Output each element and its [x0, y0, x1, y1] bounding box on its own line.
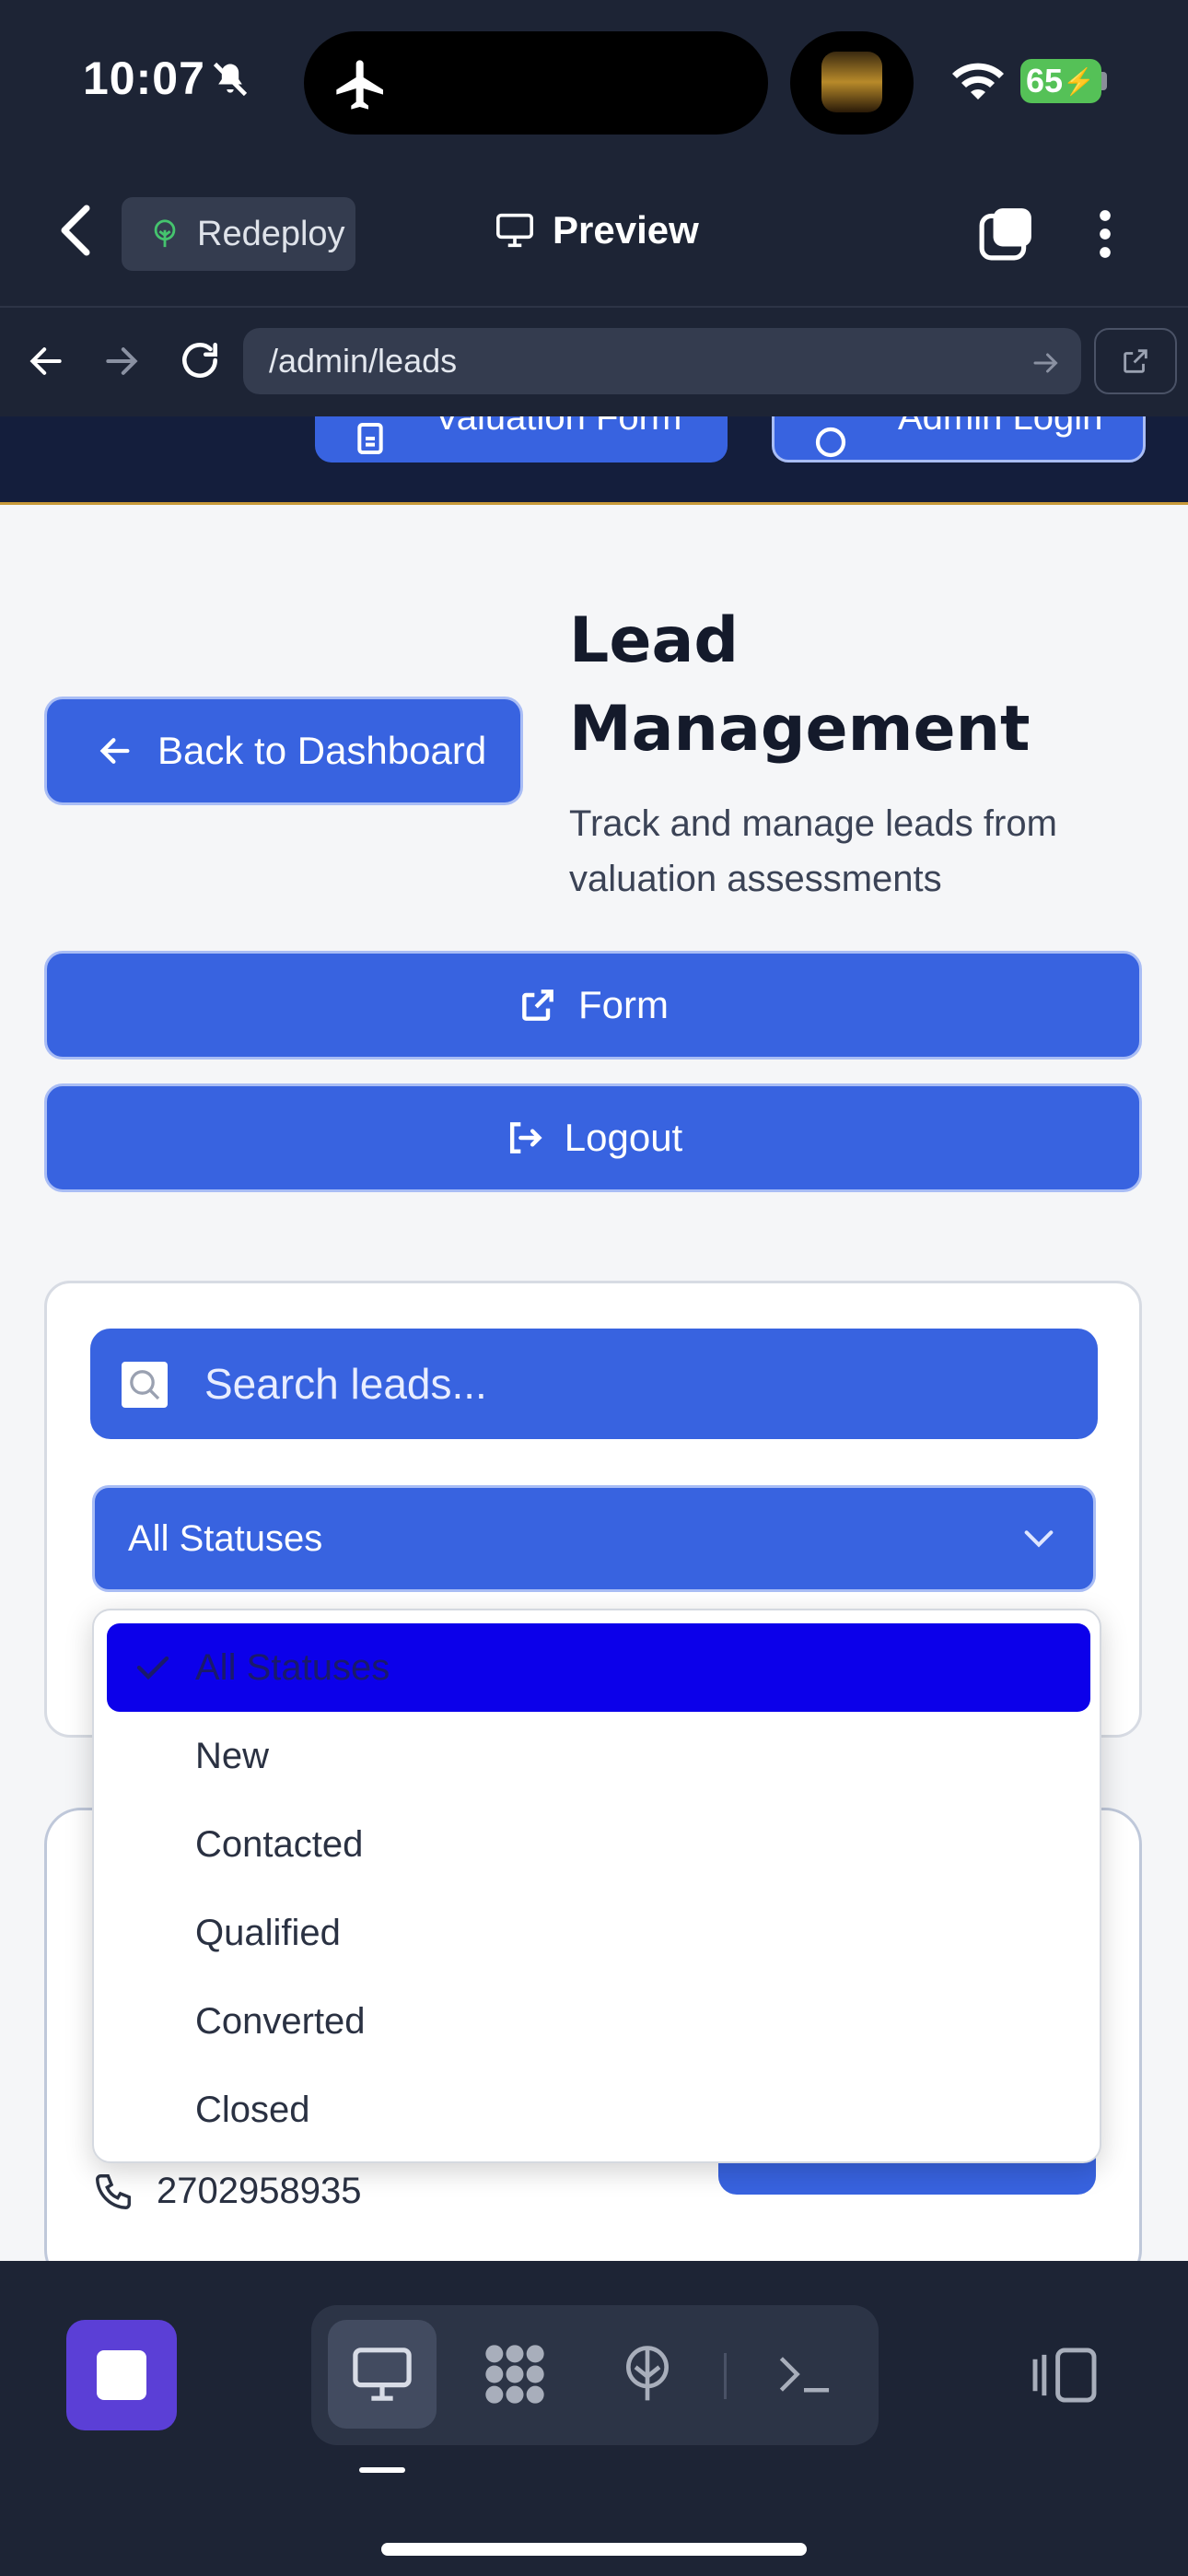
- live-activity-thumbnail: [821, 52, 882, 112]
- redeploy-button[interactable]: Redeploy: [122, 197, 355, 271]
- form-button[interactable]: Form: [44, 951, 1142, 1060]
- logout-icon: [509, 1122, 542, 1153]
- status-option-label: Closed: [195, 2089, 310, 2130]
- status-option-label: Converted: [195, 2000, 366, 2042]
- status-dropdown-menu: All Statuses New Contacted Qualified Con…: [92, 1609, 1101, 2163]
- admin-login-label: Admin Login: [898, 416, 1103, 438]
- toolbar-separator: [724, 2353, 727, 2399]
- status-option-new[interactable]: New: [107, 1712, 1090, 1800]
- open-external-button[interactable]: [1094, 328, 1177, 394]
- status-option-label: Contacted: [195, 1823, 364, 1865]
- valuation-form-label: Valuation Form: [435, 416, 682, 438]
- redeploy-tree-icon: [154, 219, 176, 248]
- status-option-label: Qualified: [195, 1912, 341, 1953]
- terminal-icon: [779, 2357, 830, 2393]
- shield-icon: [815, 427, 846, 458]
- status-option-contacted[interactable]: Contacted: [107, 1800, 1090, 1889]
- status-option-label: All Statuses: [195, 1646, 390, 1688]
- battery-tip: [1101, 72, 1107, 90]
- url-go-arrow-icon[interactable]: [1030, 346, 1063, 380]
- form-label: Form: [578, 983, 669, 1026]
- search-icon: [122, 1362, 168, 1408]
- search-input[interactable]: Search leads...: [90, 1329, 1098, 1439]
- preview-title[interactable]: Preview: [494, 208, 699, 252]
- status-time: 10:07: [83, 53, 205, 104]
- home-indicator: [381, 2543, 807, 2556]
- split-panel-icon[interactable]: [1030, 2346, 1100, 2405]
- page-subtitle: Track and manage leads from valuation as…: [569, 803, 1057, 899]
- search-placeholder: Search leads...: [204, 1360, 487, 1408]
- page-title: Lead Management: [569, 604, 1031, 766]
- bell-muted-icon: [213, 62, 248, 97]
- logout-button[interactable]: Logout: [44, 1083, 1142, 1192]
- reload-icon[interactable]: [177, 337, 223, 383]
- back-to-dashboard-button[interactable]: Back to Dashboard: [44, 697, 523, 805]
- status-filter-select[interactable]: All Statuses: [92, 1485, 1096, 1592]
- url-input[interactable]: /admin/leads: [243, 328, 1081, 394]
- status-select-value: All Statuses: [128, 1517, 323, 1559]
- terminal-view-button[interactable]: [750, 2320, 858, 2429]
- monitor-icon: [496, 213, 533, 248]
- nodes-icon: [485, 2345, 544, 2404]
- workflow-view-button[interactable]: [460, 2320, 569, 2429]
- status-option-label: New: [195, 1735, 270, 1776]
- redeploy-label: Redeploy: [197, 214, 345, 253]
- tabs-icon[interactable]: [978, 205, 1035, 262]
- stop-square-icon: [97, 2350, 146, 2400]
- site-header: Valuation Form Admin Login: [0, 416, 1188, 505]
- deploy-view-button[interactable]: [593, 2320, 702, 2429]
- status-option-qualified[interactable]: Qualified: [107, 1889, 1090, 1977]
- lead-phone: 2702958935: [157, 2171, 362, 2211]
- chevron-down-icon: [1024, 1530, 1054, 1548]
- status-option-closed[interactable]: Closed: [107, 2066, 1090, 2154]
- active-view-indicator: [359, 2467, 405, 2473]
- status-option-all[interactable]: All Statuses: [107, 1623, 1090, 1712]
- external-link-icon: [1124, 349, 1147, 373]
- valuation-form-button[interactable]: Valuation Form: [315, 416, 728, 463]
- browser-forward-icon[interactable]: [101, 341, 142, 381]
- status-option-converted[interactable]: Converted: [107, 1977, 1090, 2066]
- checkmark-icon: [136, 1656, 169, 1680]
- back-to-dashboard-label: Back to Dashboard: [157, 729, 487, 772]
- admin-login-button[interactable]: Admin Login: [772, 416, 1146, 463]
- back-chevron-icon[interactable]: [55, 203, 96, 258]
- stop-button[interactable]: [66, 2320, 177, 2430]
- browser-back-icon[interactable]: [26, 341, 66, 381]
- url-text: /admin/leads: [269, 342, 458, 380]
- more-menu-icon[interactable]: [1089, 206, 1122, 262]
- airplane-mode-icon: [336, 60, 383, 110]
- deploy-tree-icon: [626, 2346, 669, 2401]
- document-icon: [357, 423, 383, 454]
- wifi-icon: [952, 63, 1004, 100]
- phone-icon: [96, 2174, 131, 2209]
- preview-view-button[interactable]: [328, 2320, 437, 2429]
- battery-level: 65: [1026, 62, 1064, 100]
- preview-label: Preview: [553, 208, 699, 252]
- external-link-icon: [522, 989, 553, 1021]
- battery-indicator: 65 ⚡: [1020, 59, 1101, 103]
- arrow-left-icon: [99, 738, 130, 764]
- monitor-icon: [353, 2348, 412, 2401]
- logout-label: Logout: [564, 1116, 683, 1159]
